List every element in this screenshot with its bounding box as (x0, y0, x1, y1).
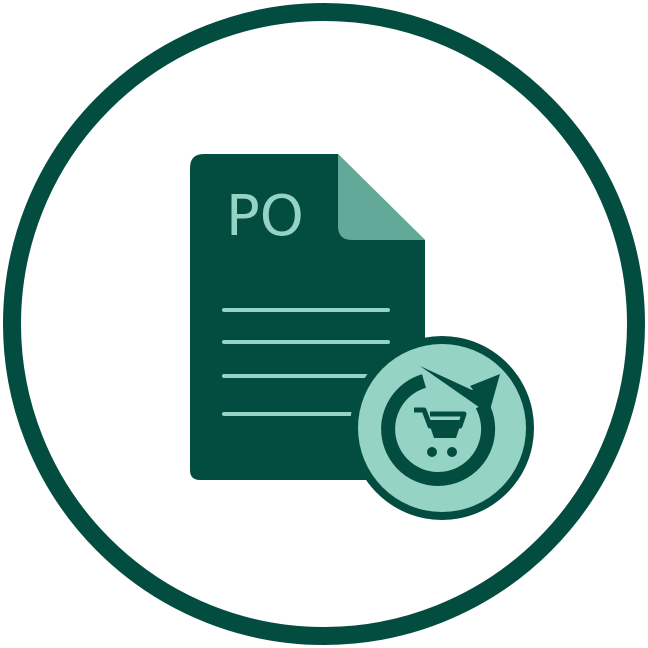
purchase-order-graphic: PO (3, 3, 645, 645)
purchase-order-icon: PO (0, 0, 648, 648)
refresh-cart-icon (350, 336, 534, 520)
document-label: PO (226, 184, 304, 249)
